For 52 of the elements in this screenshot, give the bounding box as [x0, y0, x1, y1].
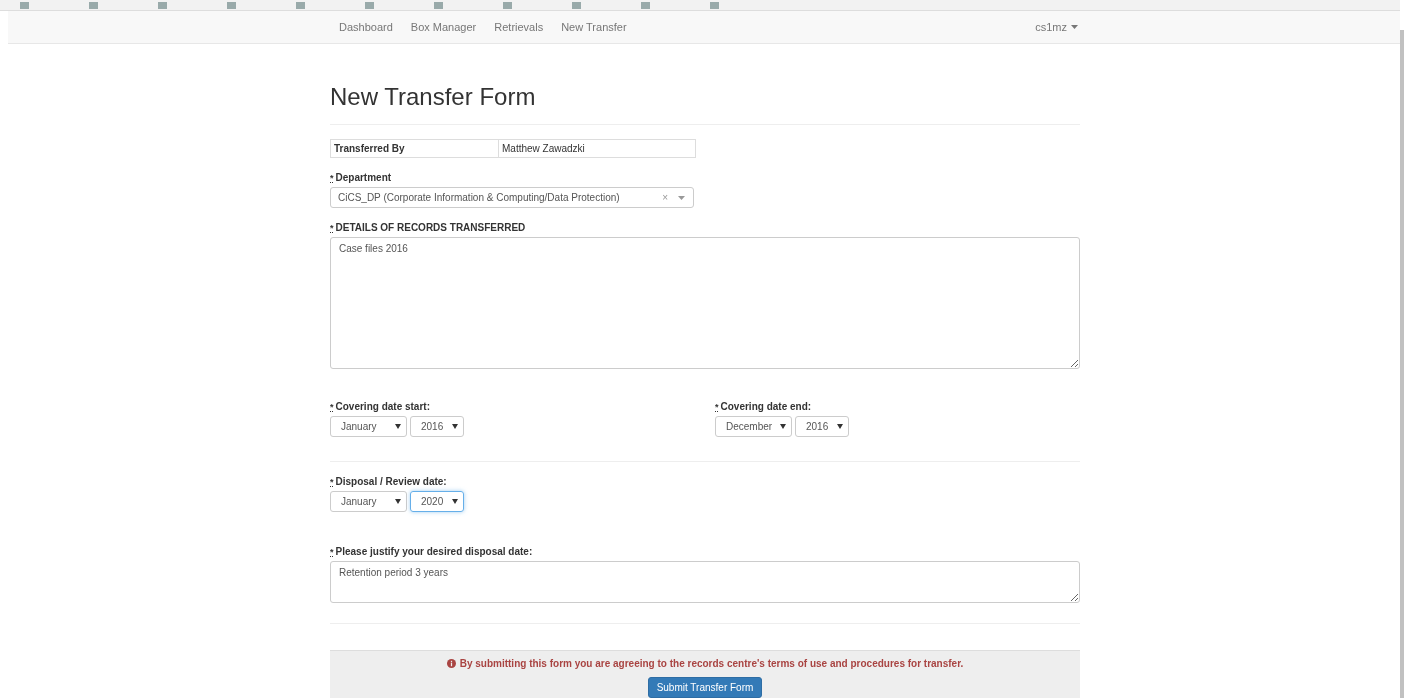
required-mark: * — [330, 223, 334, 233]
bookmark-icon[interactable] — [503, 1, 512, 9]
bookmark-icon[interactable] — [20, 1, 29, 9]
justification-textarea[interactable]: Retention period 3 years — [330, 561, 1080, 603]
bookmark-icon[interactable] — [572, 1, 581, 9]
page-title: New Transfer Form — [330, 84, 537, 110]
required-mark: * — [330, 477, 334, 487]
year-select[interactable]: 2020 — [410, 491, 464, 512]
required-mark: * — [715, 402, 719, 412]
bookmark-icon[interactable] — [227, 1, 236, 9]
bookmark-icon[interactable] — [365, 1, 374, 9]
field-label: Covering date start: — [335, 401, 430, 412]
caret-icon — [780, 424, 786, 429]
bookmark-icon[interactable] — [434, 1, 443, 9]
bookmark-icon[interactable] — [158, 1, 167, 9]
required-mark: * — [330, 402, 334, 412]
month-select[interactable]: December — [715, 416, 792, 437]
department-select[interactable]: CiCS_DP (Corporate Information & Computing/Data Protection) × — [330, 187, 694, 208]
table-cell-text: Matthew Zawadzki — [501, 142, 586, 156]
table-header: Transferred By — [331, 140, 499, 157]
caret-icon — [1071, 25, 1078, 29]
caret-icon — [452, 499, 458, 504]
nav-link[interactable]: Retrievals — [485, 11, 553, 43]
bookmark-icon[interactable] — [89, 1, 98, 9]
caret-icon — [678, 195, 685, 200]
field-label: DETAILS OF RECORDS TRANSFERRED — [335, 222, 526, 233]
field-label: Please justify your desired disposal date: — [335, 546, 533, 557]
terms-notice: By submitting this form you are agreeing to the records centre's terms of use and procedures for transfer. — [459, 658, 964, 669]
bookmark-icon[interactable] — [641, 1, 650, 9]
month-select[interactable]: January — [330, 491, 407, 512]
submit-button[interactable]: Submit Transfer Form — [647, 677, 763, 698]
caret-icon — [837, 424, 843, 429]
nav-link[interactable]: Box Manager — [401, 11, 486, 43]
field-label: Department — [335, 172, 392, 183]
caret-icon — [452, 424, 458, 429]
field-label: Covering date end: — [720, 401, 812, 412]
details-textarea[interactable]: Case files 2016 — [330, 237, 1080, 369]
bookmark-icon[interactable] — [710, 1, 719, 9]
month-select[interactable]: January — [330, 416, 407, 437]
year-select[interactable]: 2016 — [410, 416, 464, 437]
nav-link[interactable]: New Transfer — [552, 11, 636, 43]
user-menu[interactable]: cs1mz — [1035, 21, 1080, 33]
nav-link[interactable]: Dashboard — [330, 11, 402, 43]
field-label: Disposal / Review date: — [335, 476, 447, 487]
caret-icon — [395, 499, 401, 504]
year-select[interactable]: 2016 — [795, 416, 849, 437]
scrollbar[interactable] — [1400, 30, 1404, 698]
info-icon — [446, 659, 456, 668]
caret-icon — [395, 424, 401, 429]
required-mark: * — [330, 547, 334, 557]
bookmark-icon[interactable] — [296, 1, 305, 9]
required-mark: * — [330, 173, 334, 183]
